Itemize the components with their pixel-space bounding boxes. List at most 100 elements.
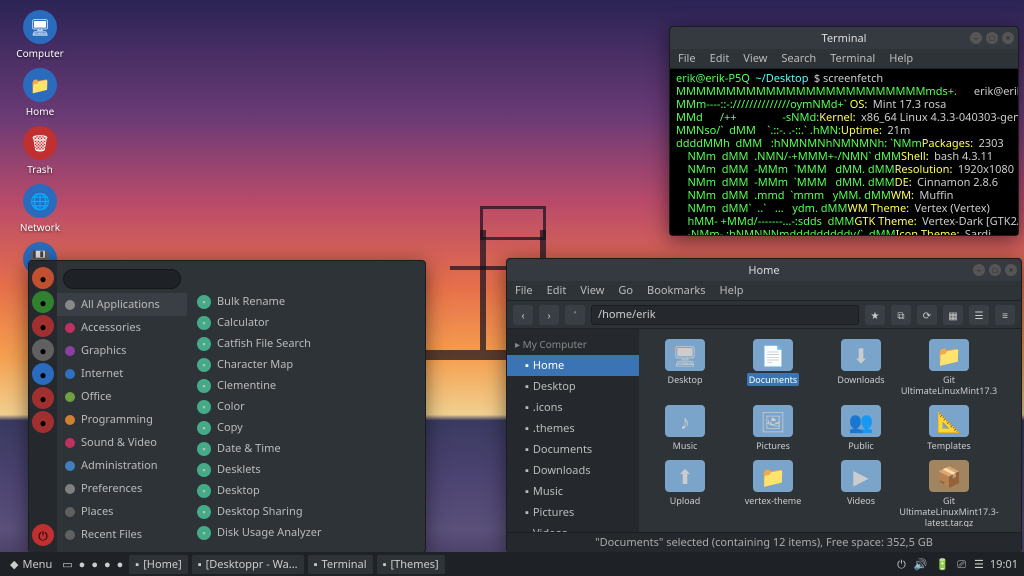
- app-character-map[interactable]: ▪Character Map: [191, 354, 421, 375]
- menu-bookmarks[interactable]: Bookmarks: [647, 283, 705, 298]
- app-date-time[interactable]: ▪Date & Time: [191, 438, 421, 459]
- category-sound-video[interactable]: Sound & Video: [57, 431, 187, 454]
- task-button[interactable]: ▪Terminal: [308, 555, 373, 574]
- app-menu-search-input[interactable]: [63, 269, 181, 289]
- maximize-button[interactable]: □: [989, 264, 1001, 276]
- file-git-ultimatelinuxmint17-3[interactable]: 📁Git UltimateLinuxMint17.3: [913, 339, 985, 397]
- reload-button[interactable]: ⟳: [917, 305, 937, 325]
- file-documents[interactable]: 📄Documents: [737, 339, 809, 397]
- terminal-titlebar[interactable]: Terminal – □ ×: [670, 27, 1018, 49]
- tray-icon[interactable]: ☰: [974, 557, 984, 572]
- file-manager-titlebar[interactable]: Home – □ ×: [507, 259, 1021, 281]
- panel-launcher[interactable]: ●: [117, 557, 124, 572]
- sidebar-item-pictures[interactable]: ▪Pictures: [507, 502, 639, 523]
- sidebar-item--icons[interactable]: ▪.icons: [507, 397, 639, 418]
- menu-view[interactable]: View: [743, 51, 767, 66]
- category-all-applications[interactable]: All Applications: [57, 293, 187, 316]
- file-templates[interactable]: 📐Templates: [913, 405, 985, 452]
- close-button[interactable]: ×: [1005, 264, 1017, 276]
- category-administration[interactable]: Administration: [57, 454, 187, 477]
- category-programming[interactable]: Programming: [57, 408, 187, 431]
- launcher-6[interactable]: ●: [32, 411, 54, 433]
- terminal-window[interactable]: Terminal – □ × File Edit View Search Termina…: [669, 26, 1019, 236]
- app-desktop[interactable]: ▪Desktop: [191, 480, 421, 501]
- bookmark-button[interactable]: ★: [865, 305, 885, 325]
- app-calculator[interactable]: ▪Calculator: [191, 312, 421, 333]
- launcher-0[interactable]: ●: [32, 267, 54, 289]
- launcher-2[interactable]: ●: [32, 315, 54, 337]
- show-desktop-button[interactable]: ▭: [62, 557, 72, 572]
- desktop-icon-network[interactable]: 🌐Network: [10, 184, 70, 234]
- category-places[interactable]: Places: [57, 500, 187, 523]
- menu-search[interactable]: Search: [781, 51, 816, 66]
- view-compact-button[interactable]: ≡: [995, 305, 1015, 325]
- launcher-4[interactable]: ●: [32, 363, 54, 385]
- category-recent-files[interactable]: Recent Files: [57, 523, 187, 546]
- sidebar-item-home[interactable]: ▪Home: [507, 355, 639, 376]
- launcher-5[interactable]: ●: [32, 387, 54, 409]
- menu-go[interactable]: Go: [618, 283, 633, 298]
- desktop-icon-home[interactable]: 📁Home: [10, 68, 70, 118]
- new-tab-button[interactable]: ⧉: [891, 305, 911, 325]
- task-button[interactable]: ▪[Desktoppr - Wa...: [192, 555, 304, 574]
- terminal-body[interactable]: erik@erik-P5Q ~/Desktop $ screenfetch MM…: [670, 69, 1018, 235]
- sidebar-item--themes[interactable]: ▪.themes: [507, 418, 639, 439]
- file-vertex-theme[interactable]: 📁vertex-theme: [737, 460, 809, 527]
- forward-button[interactable]: ›: [539, 305, 559, 325]
- app-clementine[interactable]: ▪Clementine: [191, 375, 421, 396]
- file-videos[interactable]: ▶Videos: [825, 460, 897, 527]
- up-button[interactable]: ˄: [565, 305, 585, 325]
- menu-terminal[interactable]: Terminal: [830, 51, 875, 66]
- panel-launcher[interactable]: ●: [79, 557, 86, 572]
- file-music[interactable]: ♪Music: [649, 405, 721, 452]
- sidebar-item-music[interactable]: ▪Music: [507, 481, 639, 502]
- power-button[interactable]: ⏻: [32, 524, 54, 546]
- category-preferences[interactable]: Preferences: [57, 477, 187, 500]
- tray-icon[interactable]: 🔋: [935, 557, 949, 572]
- menu-button[interactable]: ◆ Menu: [6, 557, 56, 572]
- task-button[interactable]: ▪[Home]: [129, 555, 187, 574]
- file-git-ultimatelinuxmint17-3-latest-tar-gz[interactable]: 📦Git UltimateLinuxMint17.3-latest.tar.gz: [913, 460, 985, 527]
- menu-edit[interactable]: Edit: [547, 283, 567, 298]
- category-internet[interactable]: Internet: [57, 362, 187, 385]
- back-button[interactable]: ‹: [513, 305, 533, 325]
- minimize-button[interactable]: –: [970, 32, 982, 44]
- tray-icon[interactable]: ⎚: [957, 557, 966, 572]
- category-office[interactable]: Office: [57, 385, 187, 408]
- app-color[interactable]: ▪Color: [191, 396, 421, 417]
- menu-file[interactable]: File: [515, 283, 533, 298]
- view-icons-button[interactable]: ▦: [943, 305, 963, 325]
- file-upload[interactable]: ⬆Upload: [649, 460, 721, 527]
- task-button[interactable]: ▪[Themes]: [377, 555, 445, 574]
- tray-icon[interactable]: 🔊: [914, 557, 928, 572]
- sidebar-item-downloads[interactable]: ▪Downloads: [507, 460, 639, 481]
- category-accessories[interactable]: Accessories: [57, 316, 187, 339]
- minimize-button[interactable]: –: [973, 264, 985, 276]
- menu-help[interactable]: Help: [889, 51, 913, 66]
- file-downloads[interactable]: ⬇Downloads: [825, 339, 897, 397]
- close-button[interactable]: ×: [1002, 32, 1014, 44]
- maximize-button[interactable]: □: [986, 32, 998, 44]
- file-manager-iconview[interactable]: 🖥Desktop 📄Documents ⬇Downloads 📁Git Ultimat…: [639, 329, 1021, 532]
- menu-help[interactable]: Help: [720, 283, 744, 298]
- panel-launcher[interactable]: ●: [91, 557, 98, 572]
- menu-edit[interactable]: Edit: [710, 51, 730, 66]
- tray-icon[interactable]: ⏻: [897, 557, 906, 572]
- app-desktop-sharing[interactable]: ▪Desktop Sharing: [191, 501, 421, 522]
- view-list-button[interactable]: ☰: [969, 305, 989, 325]
- sidebar-item-documents[interactable]: ▪Documents: [507, 439, 639, 460]
- app-disk-usage-analyzer[interactable]: ▪Disk Usage Analyzer: [191, 522, 421, 543]
- file-public[interactable]: 👥Public: [825, 405, 897, 452]
- launcher-1[interactable]: ●: [32, 291, 54, 313]
- sidebar-item-videos[interactable]: ▪Videos: [507, 523, 639, 532]
- category-graphics[interactable]: Graphics: [57, 339, 187, 362]
- desktop-icon-trash[interactable]: 🗑Trash: [10, 126, 70, 176]
- file-desktop[interactable]: 🖥Desktop: [649, 339, 721, 397]
- launcher-3[interactable]: ●: [32, 339, 54, 361]
- desktop-icon-computer[interactable]: 🖥Computer: [10, 10, 70, 60]
- path-input[interactable]: [591, 305, 859, 325]
- file-pictures[interactable]: 🖼Pictures: [737, 405, 809, 452]
- clock[interactable]: 19:01: [990, 557, 1018, 572]
- menu-file[interactable]: File: [678, 51, 696, 66]
- sidebar-item-desktop[interactable]: ▪Desktop: [507, 376, 639, 397]
